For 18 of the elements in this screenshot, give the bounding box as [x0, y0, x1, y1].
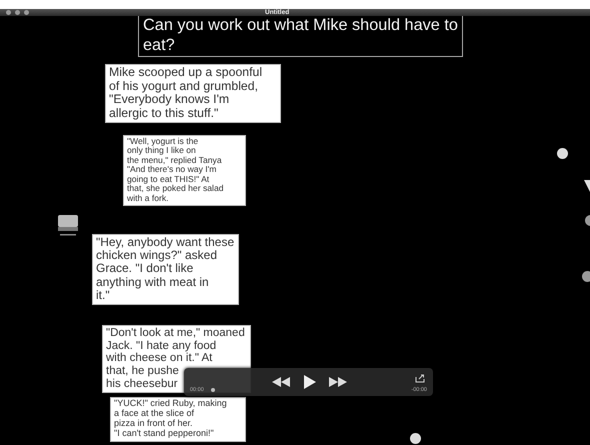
play-button[interactable]: [304, 375, 316, 389]
scrubber-handle[interactable]: [211, 388, 215, 392]
dot: [410, 433, 421, 444]
share-icon[interactable]: [415, 374, 425, 383]
close-button[interactable]: [6, 10, 11, 15]
shape-fragment: [584, 180, 590, 192]
story-card: "YUCK!" cried Ruby, making a face at the slice of pizza in front of her. "I can't stand pepperoni!": [110, 397, 246, 442]
dot: [557, 148, 568, 159]
dot: [582, 271, 590, 282]
minimize-button[interactable]: [15, 10, 20, 15]
question-text: Can you work out what Mike should have to eat?: [138, 16, 463, 57]
fast-forward-button[interactable]: [329, 377, 347, 387]
story-card: Mike scooped up a spoonful of his yogurt and grumbled, "Everybody knows I'm allergic to this stuff.": [105, 64, 281, 124]
story-card: "Well, yogurt is the only thing I like on the menu," replied Tanya "And there's no way I'm going to eat THIS!" At that, she poked her salad with a fork.: [123, 135, 246, 206]
thumbnail-icon: [57, 213, 79, 237]
zoom-button[interactable]: [24, 10, 29, 15]
rewind-button[interactable]: [272, 377, 290, 387]
story-card: "Hey, anybody want these chicken wings?" asked Grace. "I don't like anything with meat in it.": [92, 234, 240, 305]
